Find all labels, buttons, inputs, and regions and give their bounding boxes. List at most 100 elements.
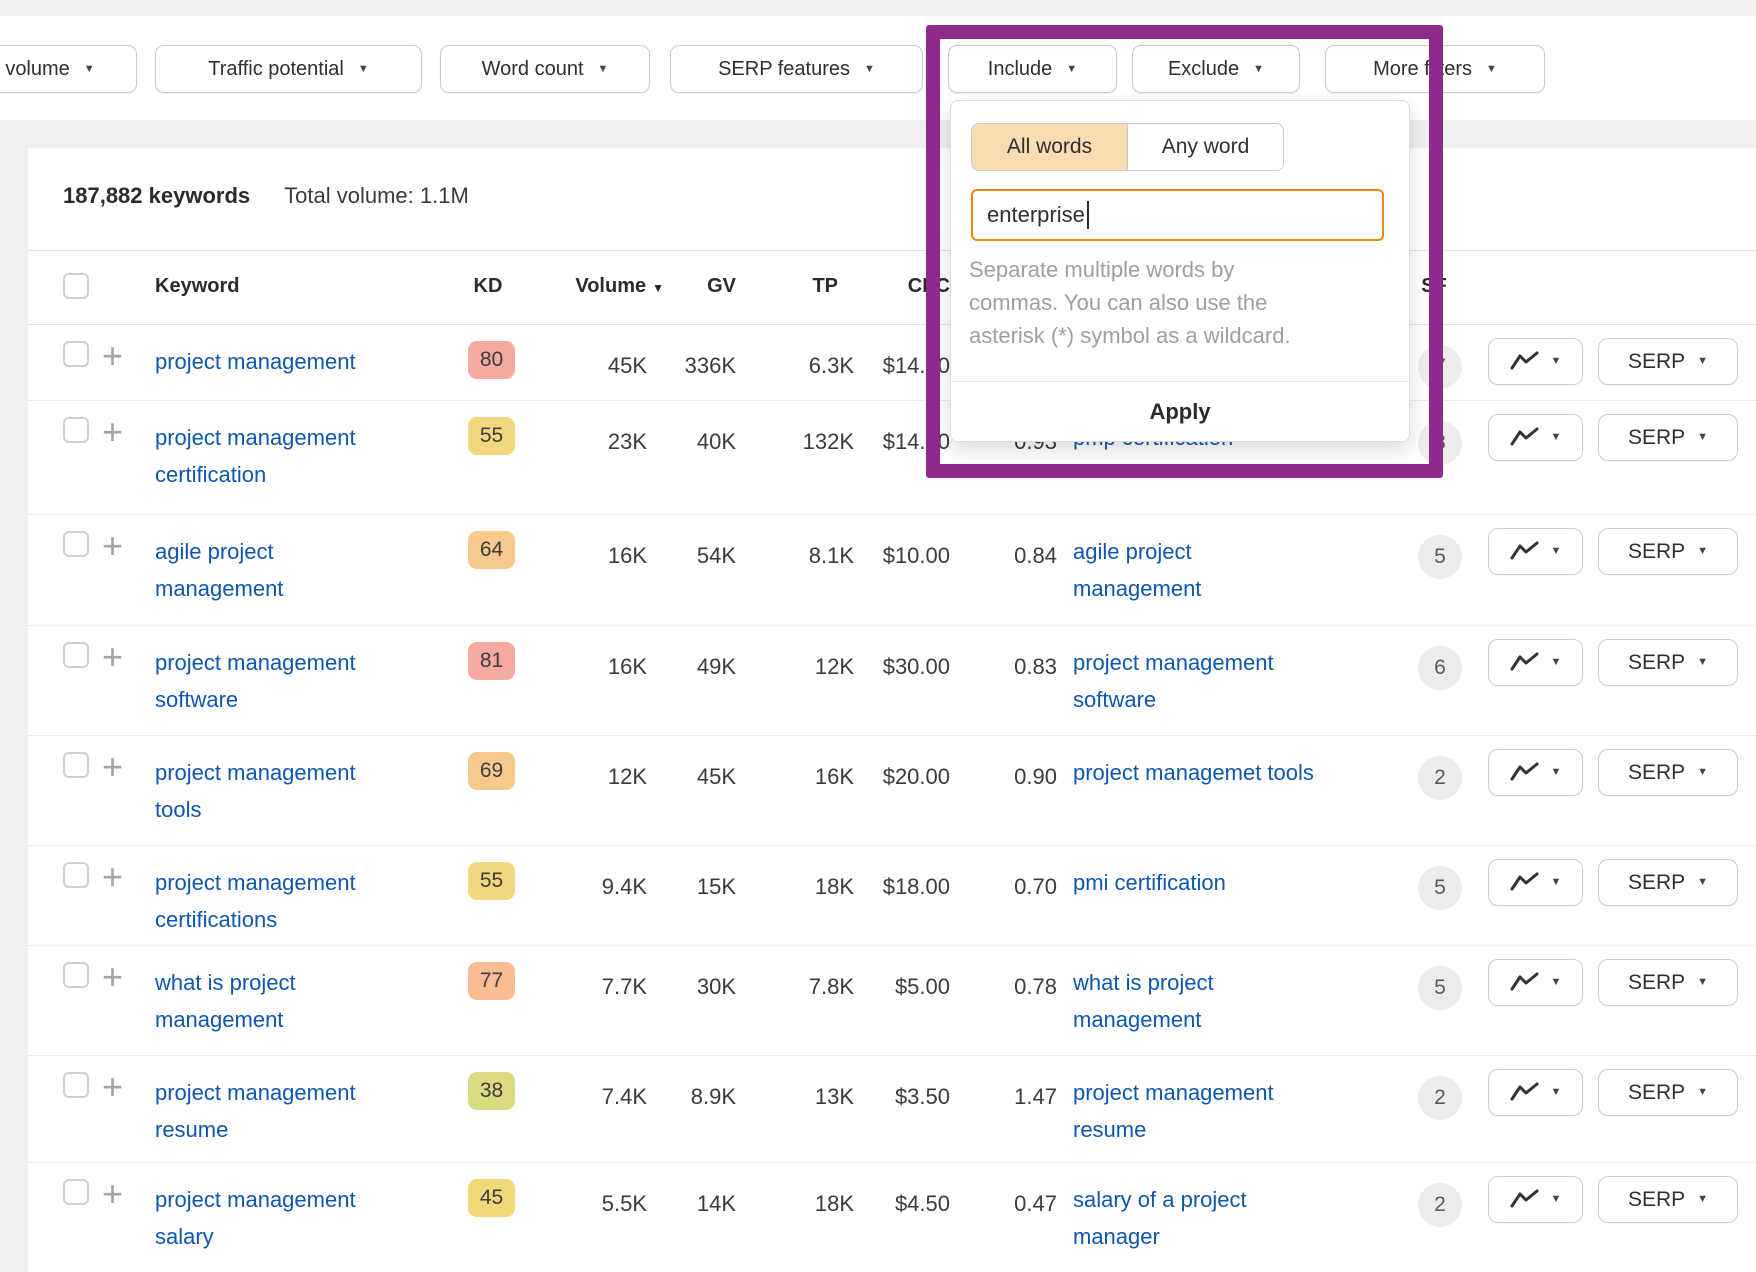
table-row: + project management salary 45 5.5K 14K … <box>28 1162 1756 1272</box>
row-checkbox[interactable] <box>63 962 89 988</box>
filter-button-volume[interactable]: volume ▼ <box>0 45 137 93</box>
serp-button[interactable]: SERP ▼ <box>1598 338 1738 385</box>
chevron-down-icon: ▼ <box>84 64 95 75</box>
chevron-down-icon: ▼ <box>1551 877 1562 888</box>
keyword-link[interactable]: project management software <box>155 644 410 718</box>
row-checkbox[interactable] <box>63 862 89 888</box>
table-row: + what is project management 77 7.7K 30K… <box>28 945 1756 1055</box>
parent-topic-link[interactable]: project management resume <box>1073 1074 1338 1148</box>
keyword-link[interactable]: project management <box>155 343 410 380</box>
chevron-down-icon: ▼ <box>1697 432 1708 443</box>
column-header-tp[interactable]: TP <box>768 275 838 298</box>
add-to-list-plus-icon[interactable]: + <box>102 1173 123 1215</box>
parent-topic-link[interactable]: salary of a project manager <box>1073 1181 1338 1255</box>
include-words-input[interactable]: enterprise <box>971 189 1384 241</box>
row-checkbox[interactable] <box>63 531 89 557</box>
serp-button-label: SERP <box>1628 971 1685 995</box>
add-to-list-plus-icon[interactable]: + <box>102 636 123 678</box>
sf-count-badge: 2 <box>1418 1183 1462 1227</box>
serp-button[interactable]: SERP ▼ <box>1598 1069 1738 1116</box>
serp-button-label: SERP <box>1628 651 1685 675</box>
keyword-link[interactable]: agile project management <box>155 533 410 607</box>
parent-topic-link[interactable]: pmi certification <box>1073 864 1338 901</box>
add-to-list-plus-icon[interactable]: + <box>102 411 123 453</box>
row-checkbox[interactable] <box>63 341 89 367</box>
trend-chart-button[interactable]: ▼ <box>1488 1069 1583 1116</box>
chevron-down-icon: ▼ <box>1551 657 1562 668</box>
select-all-checkbox[interactable] <box>63 273 89 299</box>
trend-chart-button[interactable]: ▼ <box>1488 528 1583 575</box>
total-volume: Total volume: 1.1M <box>284 183 469 209</box>
filter-button-include[interactable]: Include ▼ <box>948 45 1117 93</box>
trend-chart-button[interactable]: ▼ <box>1488 414 1583 461</box>
row-checkbox[interactable] <box>63 1072 89 1098</box>
add-to-list-plus-icon[interactable]: + <box>102 1066 123 1108</box>
filter-button-word-count[interactable]: Word count ▼ <box>440 45 650 93</box>
column-header-cpc[interactable]: CPC <box>870 275 950 298</box>
apply-button[interactable]: Apply <box>951 381 1409 441</box>
filter-button-label: Include <box>988 58 1053 81</box>
row-checkbox[interactable] <box>63 752 89 778</box>
column-header-sf[interactable]: SF <box>1412 275 1456 298</box>
add-to-list-plus-icon[interactable]: + <box>102 746 123 788</box>
column-header-gv[interactable]: GV <box>666 275 736 298</box>
parent-topic-link[interactable]: agile project management <box>1073 533 1338 607</box>
add-to-list-plus-icon[interactable]: + <box>102 956 123 998</box>
serp-button[interactable]: SERP ▼ <box>1598 639 1738 686</box>
cpc-value: $3.50 <box>835 1080 950 1114</box>
keyword-link[interactable]: project management certification <box>155 419 410 493</box>
parent-topic-link[interactable]: project managemet tools <box>1073 754 1338 791</box>
serp-button[interactable]: SERP ▼ <box>1598 528 1738 575</box>
trend-line-icon <box>1510 652 1539 673</box>
serp-button[interactable]: SERP ▼ <box>1598 959 1738 1006</box>
serp-button-label: SERP <box>1628 761 1685 785</box>
volume-value: 12K <box>527 760 647 794</box>
add-to-list-plus-icon[interactable]: + <box>102 856 123 898</box>
parent-topic-link[interactable]: what is project management <box>1073 964 1338 1038</box>
filter-button-more-filters[interactable]: More filters ▼ <box>1325 45 1545 93</box>
cpc-value: $14.00 <box>835 349 950 383</box>
column-header-kd[interactable]: KD <box>462 275 514 298</box>
trend-line-icon <box>1510 762 1539 783</box>
tab-all-words[interactable]: All words <box>972 124 1127 170</box>
serp-button[interactable]: SERP ▼ <box>1598 859 1738 906</box>
row-checkbox[interactable] <box>63 642 89 668</box>
keyword-link[interactable]: project management resume <box>155 1074 410 1148</box>
chevron-down-icon: ▼ <box>1551 356 1562 367</box>
trend-line-icon <box>1510 541 1539 562</box>
table-row: + project management software 81 16K 49K… <box>28 625 1756 735</box>
keywords-explorer-screen: volume ▼ Traffic potential ▼ Word count … <box>0 0 1756 1266</box>
keyword-link[interactable]: project management salary <box>155 1181 410 1255</box>
kd-badge: 45 <box>468 1179 515 1217</box>
volume-value: 9.4K <box>527 870 647 904</box>
serp-button[interactable]: SERP ▼ <box>1598 414 1738 461</box>
trend-chart-button[interactable]: ▼ <box>1488 639 1583 686</box>
trend-chart-button[interactable]: ▼ <box>1488 859 1583 906</box>
filter-button-serp-features[interactable]: SERP features ▼ <box>670 45 923 93</box>
chevron-down-icon: ▼ <box>598 64 609 75</box>
add-to-list-plus-icon[interactable]: + <box>102 525 123 567</box>
trend-chart-button[interactable]: ▼ <box>1488 959 1583 1006</box>
add-to-list-plus-icon[interactable]: + <box>102 335 123 377</box>
tab-any-word[interactable]: Any word <box>1127 124 1283 170</box>
gv-value: 49K <box>651 650 736 684</box>
filter-button-traffic-potential[interactable]: Traffic potential ▼ <box>155 45 422 93</box>
column-header-volume[interactable]: Volume▼ <box>520 275 664 298</box>
trend-chart-button[interactable]: ▼ <box>1488 338 1583 385</box>
parent-topic-link[interactable]: project management software <box>1073 644 1338 718</box>
column-header-keyword[interactable]: Keyword <box>155 275 239 298</box>
trend-chart-button[interactable]: ▼ <box>1488 749 1583 796</box>
filter-button-exclude[interactable]: Exclude ▼ <box>1132 45 1300 93</box>
kd-badge: 77 <box>468 962 515 1000</box>
trend-chart-button[interactable]: ▼ <box>1488 1176 1583 1223</box>
row-checkbox[interactable] <box>63 1179 89 1205</box>
gv-value: 15K <box>651 870 736 904</box>
row-checkbox[interactable] <box>63 417 89 443</box>
serp-button[interactable]: SERP ▼ <box>1598 749 1738 796</box>
keyword-link[interactable]: project management certifications <box>155 864 410 938</box>
include-words-input-value: enterprise <box>987 202 1085 228</box>
serp-button[interactable]: SERP ▼ <box>1598 1176 1738 1223</box>
serp-button-label: SERP <box>1628 350 1685 374</box>
keyword-link[interactable]: what is project management <box>155 964 410 1038</box>
keyword-link[interactable]: project management tools <box>155 754 410 828</box>
